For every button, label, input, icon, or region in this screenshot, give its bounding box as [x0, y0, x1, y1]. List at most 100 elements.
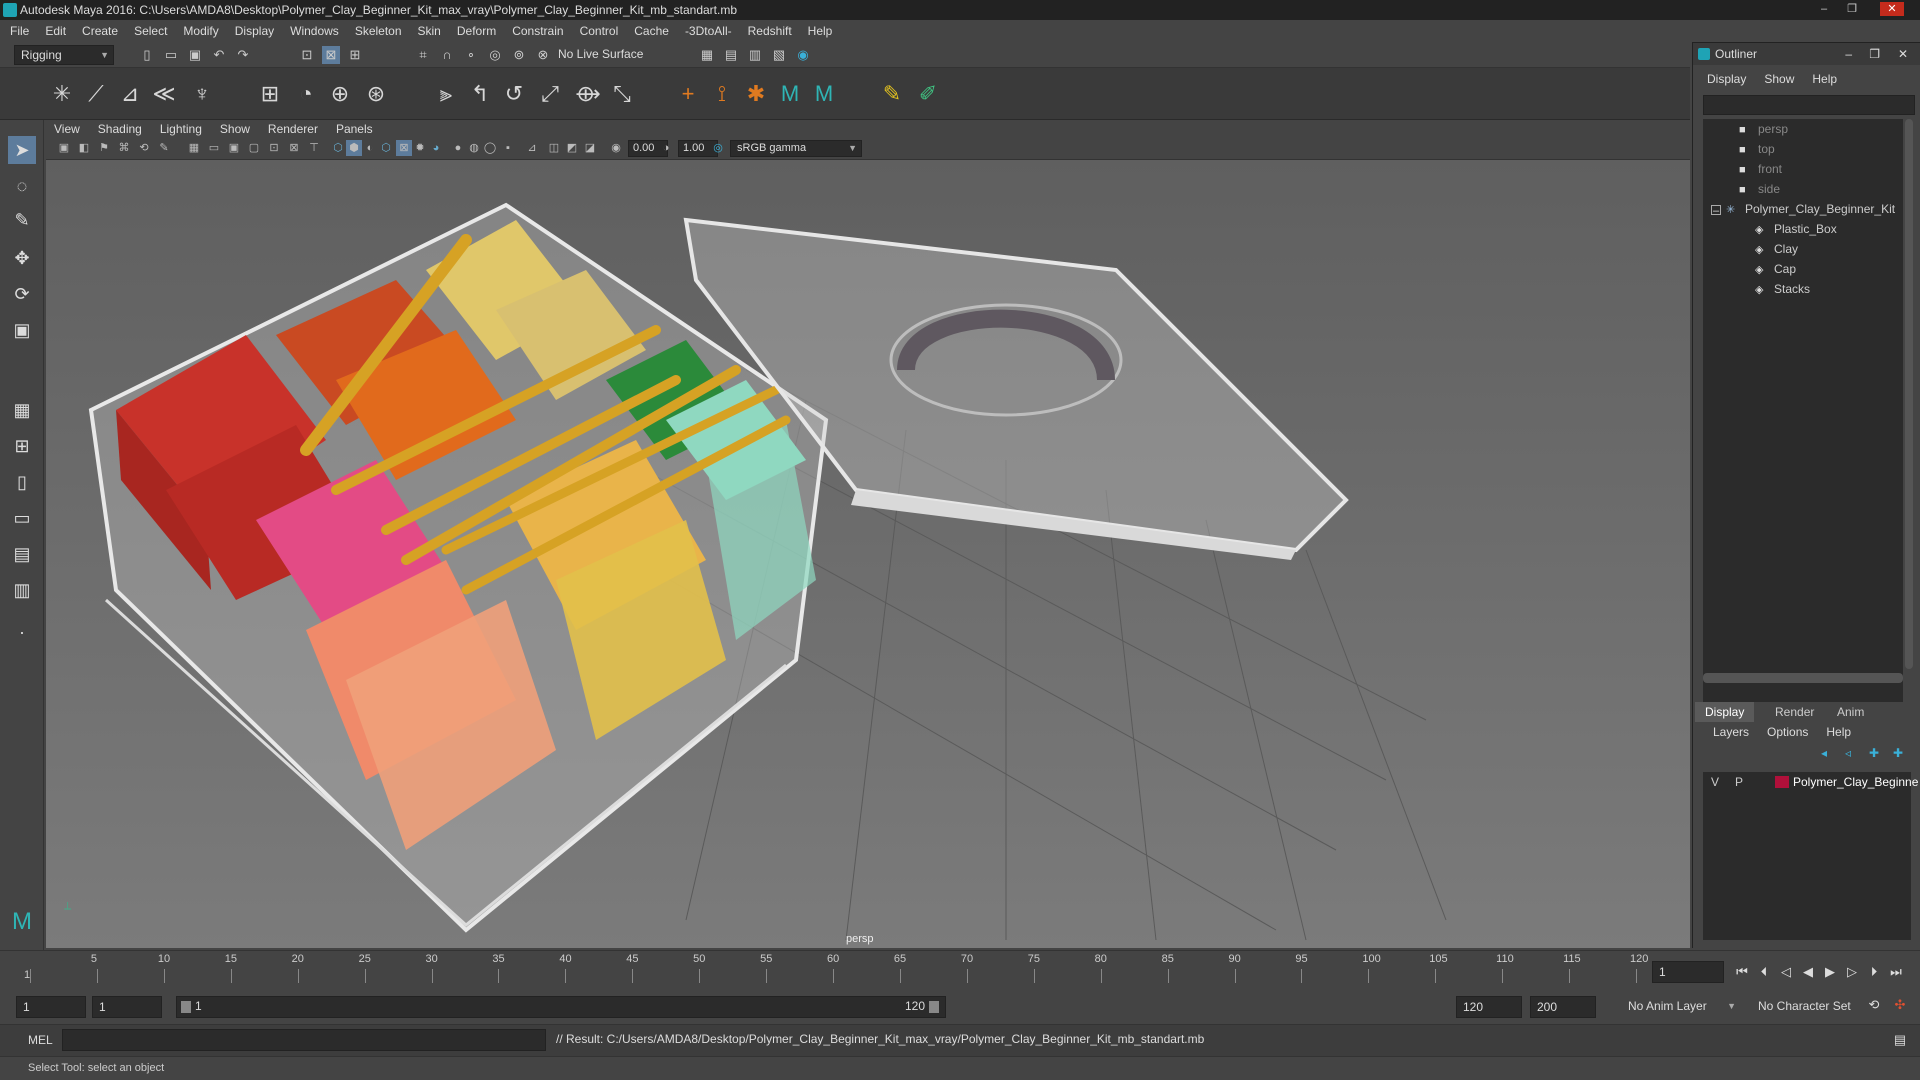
maya-shelf-icon[interactable]: M	[776, 80, 804, 108]
snap-point-icon[interactable]: ∘	[462, 46, 480, 64]
blendshape-icon[interactable]: ✱	[742, 80, 770, 108]
select-object-icon[interactable]: ⊠	[322, 46, 340, 64]
outliner-item-cap[interactable]: ◈ Cap	[1755, 259, 1796, 279]
menu-help[interactable]: Help	[808, 24, 833, 38]
menu-display[interactable]: Display	[235, 24, 274, 38]
render-settings-icon[interactable]: ▦	[698, 46, 716, 64]
gamma-icon[interactable]: ◑	[658, 140, 674, 156]
gate-mask-icon[interactable]: ▢	[246, 140, 262, 156]
shadows-icon[interactable]: ◕	[428, 140, 444, 156]
menu-3dtoall[interactable]: -3DtoAll-	[685, 24, 732, 38]
viewport-menu-view[interactable]: View	[54, 122, 80, 136]
outliner-minimize-icon[interactable]: –	[1845, 43, 1852, 65]
menu-edit[interactable]: Edit	[45, 24, 66, 38]
anim-layer-dropdown[interactable]: No Anim Layer ▼	[1622, 997, 1740, 1017]
render-view-icon[interactable]: ▧	[770, 46, 788, 64]
script-brush-icon[interactable]: ✎	[878, 80, 906, 108]
outliner-hscrollbar[interactable]	[1703, 673, 1903, 683]
xray-components-icon[interactable]: ◪	[582, 140, 598, 156]
persp-graph-icon[interactable]: ▭	[8, 504, 36, 532]
make-live-icon[interactable]: ⊗	[534, 46, 552, 64]
snap-surface-icon[interactable]: ⊚	[510, 46, 528, 64]
safe-action-icon[interactable]: ⊠	[286, 140, 302, 156]
move-layer-up-icon[interactable]: ◂	[1821, 746, 1827, 760]
bind-skin-icon[interactable]: ⊞	[256, 80, 284, 108]
step-forward-key-icon[interactable]: ⏵	[1864, 963, 1884, 981]
cluster-icon[interactable]: ⊛	[362, 80, 390, 108]
maximize-button[interactable]: ❐	[1840, 2, 1864, 16]
playback-end-field[interactable]: 120	[1456, 996, 1522, 1018]
move-layer-down-icon[interactable]: ◃	[1845, 746, 1851, 760]
motion-blur-icon[interactable]: ◍	[466, 140, 482, 156]
humanik-icon[interactable]: ♆	[188, 80, 216, 108]
auto-key-icon[interactable]: ⟲	[1864, 996, 1884, 1014]
outliner-maximize-icon[interactable]: ❐	[1869, 43, 1880, 65]
perspective-viewport[interactable]: persp ⟂	[46, 160, 1690, 948]
snap-grid-icon[interactable]: ⌗	[414, 46, 432, 64]
menu-select[interactable]: Select	[134, 24, 167, 38]
camera-attributes-icon[interactable]: ◧	[76, 140, 92, 156]
viewport-menu-shading[interactable]: Shading	[98, 122, 142, 136]
new-layer-selected-icon[interactable]: ✚	[1893, 746, 1903, 760]
grease-pencil-icon[interactable]: ✎	[156, 140, 172, 156]
step-back-key-icon[interactable]: ⏴	[1754, 963, 1774, 981]
step-back-frame-icon[interactable]: ◁	[1776, 963, 1796, 981]
scale-constraint-icon[interactable]: ⤢	[536, 80, 564, 108]
ambient-occlusion-icon[interactable]: ●	[450, 140, 466, 156]
range-bar[interactable]: 1 120	[176, 996, 946, 1018]
lasso-tool-icon[interactable]: ◌	[8, 172, 36, 200]
menu-constrain[interactable]: Constrain	[512, 24, 563, 38]
script-editor-icon[interactable]: ▤	[1890, 1031, 1910, 1049]
play-forward-icon[interactable]: ▶	[1820, 963, 1840, 981]
go-to-start-icon[interactable]: ⏮	[1732, 963, 1752, 981]
layer-playback-toggle[interactable]: P	[1735, 772, 1743, 792]
color-space-dropdown[interactable]: sRGB gamma ▼	[730, 140, 862, 157]
joint-tool-icon[interactable]: ✳	[48, 80, 76, 108]
script-tool-icon[interactable]: ✐	[914, 80, 942, 108]
four-view-icon[interactable]: ⊞	[8, 432, 36, 460]
layer-menu-help[interactable]: Help	[1826, 725, 1851, 739]
layer-row[interactable]: V P Polymer_Clay_Beginne	[1703, 772, 1918, 792]
mirror-joint-icon[interactable]: ≪	[150, 80, 178, 108]
outliner-menu-display[interactable]: Display	[1707, 72, 1746, 86]
menu-windows[interactable]: Windows	[290, 24, 339, 38]
ipr-render-icon[interactable]: ▥	[746, 46, 764, 64]
maya-shelf-2-icon[interactable]: M	[810, 80, 838, 108]
save-scene-icon[interactable]: ▣	[186, 46, 204, 64]
current-frame-field[interactable]: 1	[1652, 961, 1724, 983]
animation-preferences-icon[interactable]: ✣	[1890, 996, 1910, 1014]
outliner-item-side[interactable]: ■ side	[1739, 179, 1780, 199]
outliner-item-top[interactable]: ■ top	[1739, 139, 1775, 159]
new-scene-icon[interactable]: ▯	[138, 46, 156, 64]
redo-icon[interactable]: ↷	[234, 46, 252, 64]
start-time-field[interactable]: 1	[16, 996, 86, 1018]
select-tool-icon[interactable]: ➤	[8, 136, 36, 164]
color-management-icon[interactable]: ◎	[710, 140, 726, 156]
tab-render[interactable]: Render	[1765, 702, 1824, 722]
play-backward-icon[interactable]: ◀	[1798, 963, 1818, 981]
layer-menu-options[interactable]: Options	[1767, 725, 1808, 739]
exposure-icon[interactable]: ◉	[608, 140, 624, 156]
hypershade-icon[interactable]: ◉	[794, 46, 812, 64]
outliner-menu-show[interactable]: Show	[1764, 72, 1794, 86]
outliner-item-front[interactable]: ■ front	[1739, 159, 1782, 179]
minimize-button[interactable]: –	[1812, 2, 1836, 16]
outliner-close-icon[interactable]: ✕	[1898, 43, 1908, 65]
script-language-toggle[interactable]: MEL	[28, 1033, 53, 1047]
tab-display[interactable]: Display	[1695, 702, 1755, 722]
aim-constraint-icon[interactable]: ↰	[466, 80, 494, 108]
default-material-icon[interactable]: ◐	[362, 140, 378, 156]
wireframe-on-shaded-icon[interactable]: ⬡	[378, 140, 394, 156]
viewport-menu-panels[interactable]: Panels	[336, 122, 373, 136]
open-scene-icon[interactable]: ▭	[162, 46, 180, 64]
outliner-search-input[interactable]	[1703, 95, 1915, 115]
paint-weights-icon[interactable]: ◔	[292, 80, 320, 108]
smooth-shade-icon[interactable]: ⬢	[346, 140, 362, 156]
2d-pan-icon[interactable]: ⟲	[136, 140, 152, 156]
wireframe-icon[interactable]: ⬡	[330, 140, 346, 156]
live-surface-field[interactable]: No Live Surface	[552, 45, 652, 65]
layout-icon[interactable]: ▥	[8, 576, 36, 604]
resolution-gate-icon[interactable]: ▣	[226, 140, 242, 156]
film-gate-icon[interactable]: ▭	[206, 140, 222, 156]
menu-modify[interactable]: Modify	[183, 24, 218, 38]
